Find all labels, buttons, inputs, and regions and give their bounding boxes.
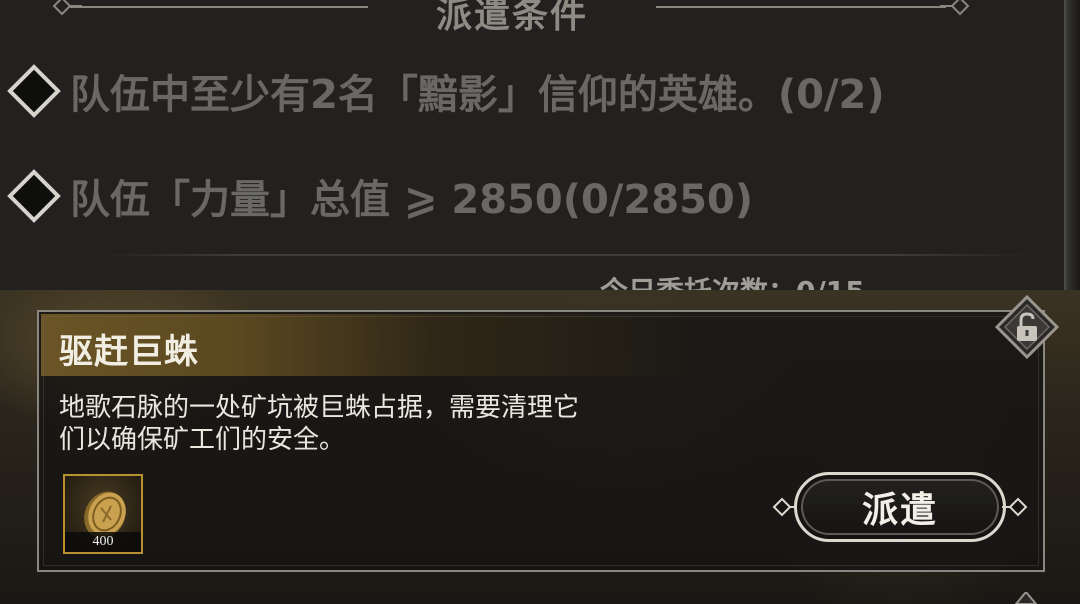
unlocked-padlock-icon[interactable]: [994, 294, 1060, 360]
dispatch-button[interactable]: 派遣: [794, 472, 1006, 542]
condition-item: 队伍「力量」总值 ⩾ 2850(0/2850): [6, 168, 753, 224]
dispatch-conditions-panel: 派遣条件 队伍中至少有2名「黯影」信仰的英雄。(0/2) 队伍「力量」总值 ⩾ …: [0, 0, 1080, 292]
daily-request-count: 今日委托次数：0/15: [600, 275, 865, 292]
header-divider-right: [656, 6, 946, 8]
mission-description: 地歌石脉的一处矿坑被巨蛛占据，需要清理它 们以确保矿工们的安全。: [59, 392, 719, 456]
header-divider-left: [70, 6, 368, 8]
conditions-divider: [100, 254, 1030, 256]
header-ornament-right-icon: [940, 0, 970, 16]
condition-item: 队伍中至少有2名「黯影」信仰的英雄。(0/2): [6, 63, 885, 119]
button-ornament-right-icon: [1002, 497, 1028, 517]
reward-quantity: 400: [65, 532, 141, 552]
next-card-ornament-icon: [1014, 592, 1038, 604]
reward-slot[interactable]: 400: [63, 474, 143, 554]
diamond-bullet-icon: [7, 64, 61, 118]
mission-title-bar: 驱赶巨蛛: [41, 314, 701, 376]
diamond-bullet-icon: [7, 169, 61, 223]
mission-title: 驱赶巨蛛: [59, 332, 199, 372]
condition-text: 队伍中至少有2名「黯影」信仰的英雄。(0/2): [70, 72, 885, 118]
description-line: 地歌石脉的一处矿坑被巨蛛占据，需要清理它: [59, 393, 580, 423]
description-line: 们以确保矿工们的安全。: [59, 425, 346, 455]
header-ornament-left-icon: [52, 0, 82, 16]
condition-text: 队伍「力量」总值 ⩾ 2850(0/2850): [70, 177, 754, 223]
conditions-title: 派遣条件: [435, 0, 588, 36]
panel-scroll-edge: [1064, 0, 1080, 290]
dispatch-button-group[interactable]: 派遣: [772, 470, 1028, 546]
